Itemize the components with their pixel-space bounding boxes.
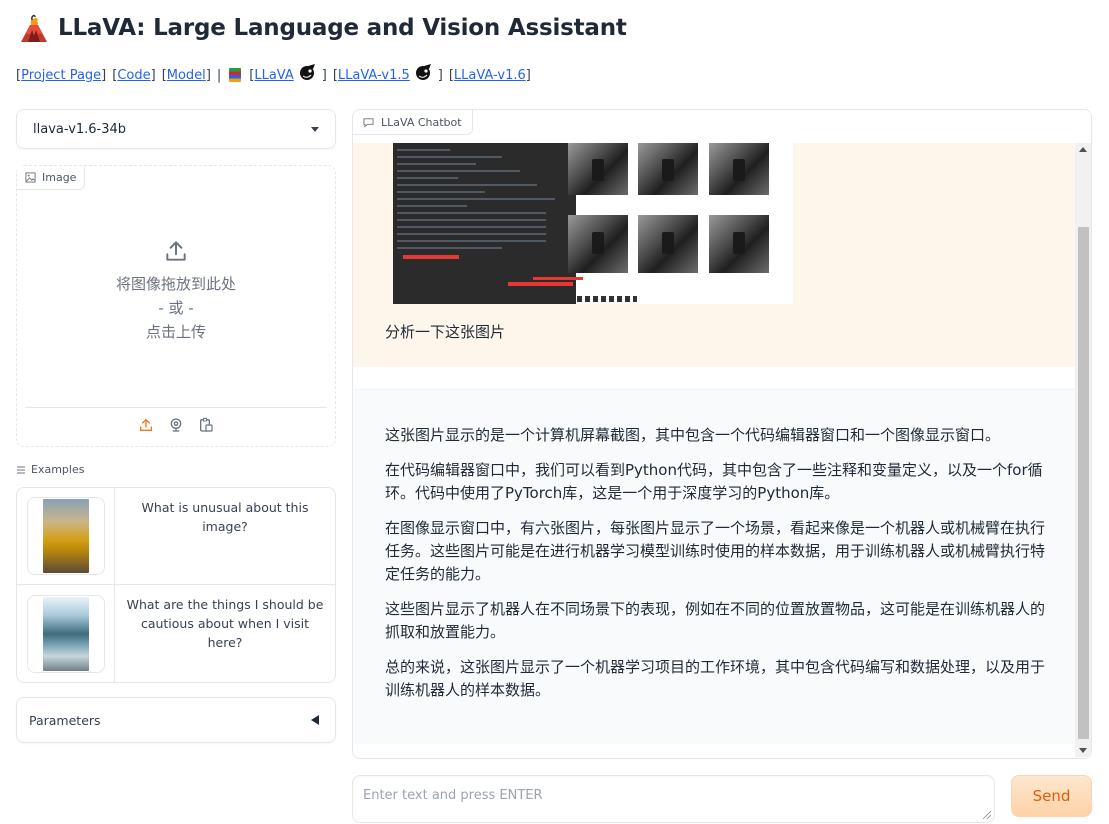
bot-paragraph: 这些图片显示了机器人在不同场景下的表现，例如在不同的位置放置物品，这可能是在训练… xyxy=(385,600,1046,641)
app-header: LLaVA: Large Language and Vision Assista… xyxy=(18,12,627,44)
user-uploaded-image xyxy=(393,143,793,304)
model-select[interactable]: llava-v1.6-34b xyxy=(16,109,336,149)
user-message-text: 分析一下这张图片 xyxy=(385,323,506,341)
parameters-accordion[interactable]: Parameters xyxy=(16,697,336,743)
chat-icon xyxy=(363,117,374,128)
upload-source-icon[interactable] xyxy=(137,416,155,434)
image-label-text: Image xyxy=(42,171,77,184)
bot-paragraph: 在代码编辑器窗口中，我们可以看到Python代码，其中包含了一些注释和变量定义，… xyxy=(385,461,1043,502)
llava-face-icon xyxy=(299,64,315,80)
user-message: 分析一下这张图片 xyxy=(353,143,1075,367)
caret-down-icon xyxy=(311,126,319,132)
project-page-link[interactable]: Project Page xyxy=(21,68,101,83)
llava-v15-link[interactable]: LLaVA-v1.5 xyxy=(338,68,410,83)
books-icon xyxy=(229,68,242,82)
message-input[interactable]: Enter text and press ENTER xyxy=(352,775,995,823)
image-source-toolbar xyxy=(25,407,327,434)
send-button[interactable]: Send xyxy=(1011,775,1092,817)
llava-link[interactable]: LLaVA xyxy=(254,68,293,83)
llava-v16-link[interactable]: LLaVA-v1.6 xyxy=(454,68,526,83)
click-upload-text: 点击上传 xyxy=(145,323,206,341)
example-row[interactable]: What are the things I should be cautious… xyxy=(17,585,335,682)
code-link[interactable]: Code xyxy=(117,68,150,83)
example-row[interactable]: What is unusual about this image? xyxy=(17,488,335,585)
image-upload[interactable]: Image 将图像拖放到此处 - 或 - 点击上传 xyxy=(16,165,336,447)
list-icon xyxy=(17,466,25,473)
model-select-value: llava-v1.6-34b xyxy=(33,121,127,137)
left-panel: llava-v1.6-34b Image 将图像拖放到此处 - 或 - 点击上传 xyxy=(16,109,336,743)
or-text: - 或 - xyxy=(158,299,194,317)
scrollbar-thumb[interactable] xyxy=(1078,227,1089,739)
image-block-label: Image xyxy=(17,166,86,190)
image-icon xyxy=(25,172,36,183)
bot-paragraph: 这张图片显示的是一个计算机屏幕截图，其中包含一个代码编辑器窗口和一个图像显示窗口… xyxy=(385,426,1001,444)
message-input-placeholder: Enter text and press ENTER xyxy=(363,788,543,803)
examples-label: Examples xyxy=(16,463,84,476)
image-grid-screenshot xyxy=(568,143,793,304)
llava-face-icon xyxy=(415,64,431,80)
page-title: LLaVA: Large Language and Vision Assista… xyxy=(58,15,627,41)
resize-handle-icon[interactable] xyxy=(983,811,991,819)
example-thumbnail-lake xyxy=(42,596,89,671)
chatbot-label: LLaVA Chatbot xyxy=(353,110,473,135)
clipboard-icon[interactable] xyxy=(197,416,215,434)
parameters-label: Parameters xyxy=(29,712,101,728)
example-text: What is unusual about this image? xyxy=(141,500,309,534)
model-link[interactable]: Model xyxy=(167,68,206,83)
bot-paragraph: 在图像显示窗口中，有六张图片，每张图片显示了一个场景，看起来像是一个机器人或机械… xyxy=(385,519,1046,583)
upload-drop-zone[interactable]: 将图像拖放到此处 - 或 - 点击上传 xyxy=(17,238,335,344)
collapse-arrow-icon xyxy=(311,715,319,725)
upload-icon xyxy=(166,241,186,261)
chatbot-panel: LLaVA Chatbot 分析一下这张图片 这张图片显示的是一个计算机屏幕截图… xyxy=(352,109,1092,759)
example-text: What are the things I should be cautious… xyxy=(126,597,324,650)
bot-paragraph: 总的来说，这张图片显示了一个机器学习项目的工作环境，其中包含代码编写和数据处理，… xyxy=(385,658,1046,699)
header-links: [Project Page] [Code] [Model] | [LLaVA ]… xyxy=(16,64,531,84)
webcam-icon[interactable] xyxy=(167,416,185,434)
examples-table: What is unusual about this image? What a… xyxy=(16,487,336,683)
scroll-down-icon[interactable] xyxy=(1079,748,1087,753)
drop-text: 将图像拖放到此处 xyxy=(115,275,236,293)
example-thumbnail-taxi xyxy=(42,499,89,573)
chat-scrollbar[interactable] xyxy=(1075,143,1091,757)
bot-message: 这张图片显示的是一个计算机屏幕截图，其中包含一个代码编辑器窗口和一个图像显示窗口… xyxy=(353,389,1075,744)
scroll-up-icon[interactable] xyxy=(1079,147,1087,152)
volcano-logo-icon xyxy=(21,14,47,42)
